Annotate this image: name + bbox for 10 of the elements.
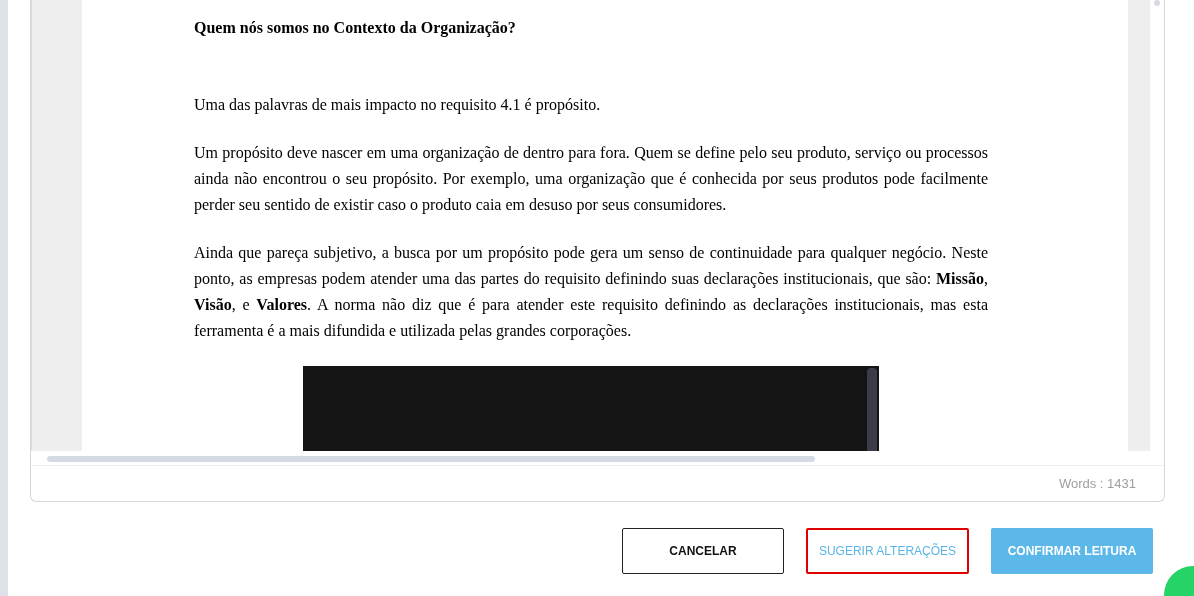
action-button[interactable]: CONFIRMAR LEITURA bbox=[991, 528, 1153, 574]
paragraph: Ainda que pareça subjetivo, a busca por um propósito pode gera um senso de continuidade para qualquer negócio. Neste ponto, as empresas podem atender uma das partes do requisito definindo suas declarações institucionais, que são: Missão, Visão, e Valores. A norma não diz que é para atender este requisito definindo as declarações institucionais, mas esta ferramenta é a mais difundida e utilizada pelas grandes corporações. bbox=[194, 243, 988, 342]
scrollbar[interactable] bbox=[867, 368, 877, 451]
paragraph: Uma das palavras de mais impacto no requisito 4.1 é propósito. bbox=[194, 95, 602, 116]
document-heading: Quem nós somos no Contexto da Organização? bbox=[194, 18, 517, 38]
video-player[interactable] bbox=[303, 366, 879, 451]
paragraph: Um propósito deve nascer em uma organização de dentro para fora. Quem se define pelo seu produto, serviço ou processos ainda não encontrou o seu propósito. Por exemplo, uma organização que é conhecida por seus produtos pode facilmente perder seu sentido de existir caso o produto caia em desuso por seus consumidores. bbox=[194, 143, 988, 216]
action-button[interactable]: SUGERIR ALTERAÇÕES bbox=[806, 528, 969, 574]
word-count: Words : 1431 bbox=[1058, 476, 1136, 491]
action-button[interactable]: CANCELAR bbox=[622, 528, 784, 574]
